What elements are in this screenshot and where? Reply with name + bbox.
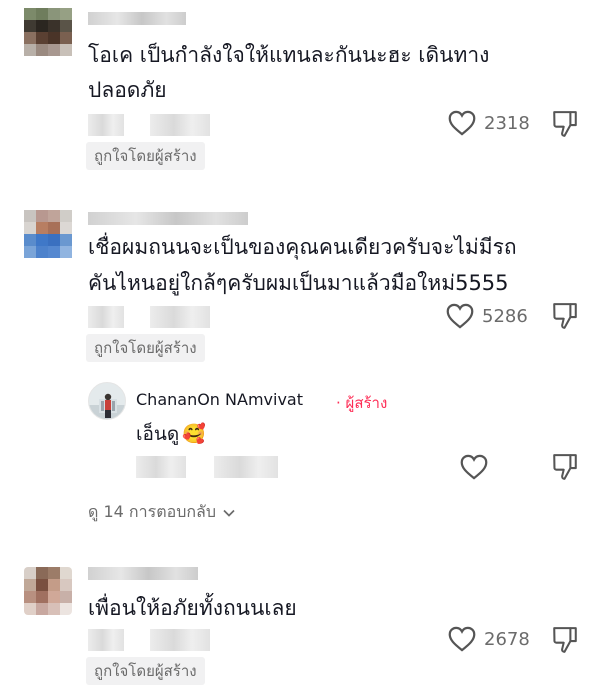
- avatar[interactable]: [24, 8, 72, 56]
- heart-outline-icon[interactable]: [460, 454, 488, 480]
- comment-item: เชื่อผมถนนจะเป็นของคุณคนเดียวครับจะไม่มี…: [0, 190, 600, 370]
- timestamp-blurred: [88, 114, 124, 136]
- chevron-down-icon: [223, 509, 235, 517]
- liked-by-creator-chip: ถูกใจโดยผู้สร้าง: [86, 657, 205, 685]
- heart-outline-icon: [446, 303, 474, 329]
- comment-item: โอเค เป็นกำลังใจให้แทนละกันนะฮะ เดินทาง …: [0, 0, 600, 175]
- username-blurred[interactable]: [88, 12, 186, 25]
- comment-text-line: เชื่อผมถนนจะเป็นของคุณคนเดียวครับจะไม่มี…: [88, 235, 517, 259]
- avatar[interactable]: [24, 210, 72, 258]
- like-count: 2318: [484, 112, 530, 134]
- comment-text-line: ปลอดภัย: [88, 78, 167, 102]
- like-count: 5286: [482, 305, 528, 327]
- creator-name[interactable]: ChananOn NAmvivat: [136, 390, 303, 409]
- like-count: 2678: [484, 628, 530, 650]
- thumb-down-outline-icon[interactable]: [552, 453, 578, 481]
- like-button[interactable]: 5286: [446, 303, 528, 329]
- timestamp-blurred: [136, 456, 186, 478]
- like-button[interactable]: 2318: [448, 110, 530, 136]
- timestamp-blurred: [88, 306, 124, 328]
- heart-outline-icon: [448, 626, 476, 652]
- comment-item: เพื่อนให้อภัยทั้งถนนเลย 2678 ถูกใจโดยผู้…: [0, 555, 600, 689]
- comment-text-line: เพื่อนให้อภัยทั้งถนนเลย: [88, 596, 297, 620]
- smiling-hearts-emoji: 🥰: [182, 423, 206, 445]
- reply-text: เอ็นดู 🥰: [136, 418, 206, 450]
- reply-item: ChananOn NAmvivat · ผู้สร้าง เอ็นดู 🥰: [0, 378, 600, 488]
- view-replies-label: ดู 14 การตอบกลับ: [88, 502, 216, 521]
- comment-text-line: โอเค เป็นกำลังใจให้แทนละกันนะฮะ เดินทาง: [88, 43, 490, 67]
- username-blurred[interactable]: [88, 567, 198, 580]
- thumb-down-outline-icon[interactable]: [552, 302, 578, 330]
- reply-button-blurred[interactable]: [150, 114, 210, 136]
- like-button[interactable]: 2678: [448, 626, 530, 652]
- reply-button-blurred[interactable]: [150, 629, 210, 651]
- timestamp-blurred: [88, 629, 124, 651]
- username-blurred[interactable]: [88, 212, 248, 225]
- reply-button-blurred[interactable]: [214, 456, 278, 478]
- creator-avatar-image: [89, 383, 125, 419]
- view-replies-button[interactable]: ดู 14 การตอบกลับ: [88, 500, 236, 525]
- creator-avatar[interactable]: [88, 382, 126, 420]
- heart-outline-icon: [448, 110, 476, 136]
- comment-text-line: คันไหนอยู่ใกล้ๆครับผมเป็นมาแล้วมือใหม่55…: [88, 271, 509, 295]
- avatar[interactable]: [24, 567, 72, 615]
- creator-label: · ผู้สร้าง: [336, 394, 388, 412]
- liked-by-creator-chip: ถูกใจโดยผู้สร้าง: [86, 142, 205, 170]
- thumb-down-outline-icon[interactable]: [552, 110, 578, 138]
- reply-text-content: เอ็นดู: [136, 423, 180, 445]
- thumb-down-outline-icon[interactable]: [552, 626, 578, 654]
- reply-button-blurred[interactable]: [150, 306, 210, 328]
- liked-by-creator-chip: ถูกใจโดยผู้สร้าง: [86, 334, 205, 362]
